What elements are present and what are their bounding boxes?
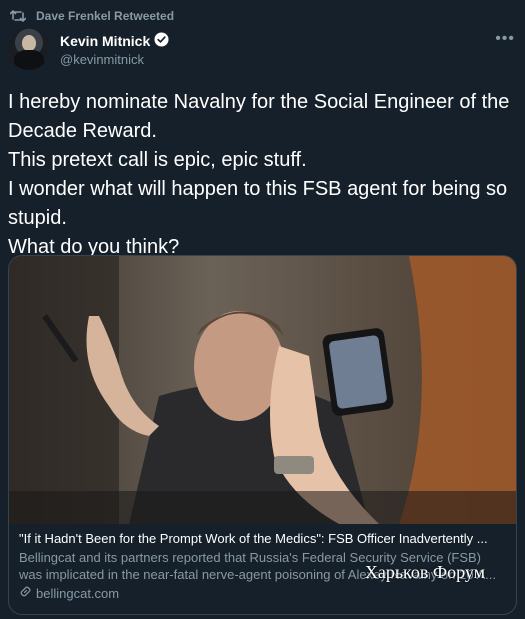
retweet-icon bbox=[10, 9, 26, 23]
retweet-header: Dave Frenkel Retweeted bbox=[10, 8, 174, 24]
card-image[interactable] bbox=[9, 256, 516, 524]
watermark: Харьков Форум bbox=[364, 562, 485, 582]
link-card[interactable]: "If it Hadn't Been for the Prompt Work o… bbox=[8, 255, 517, 615]
verified-badge-icon bbox=[154, 32, 169, 51]
card-domain[interactable]: bellingcat.com bbox=[19, 585, 506, 602]
author-block: Kevin Mitnick @kevinmitnick bbox=[60, 32, 169, 68]
author-handle[interactable]: @kevinmitnick bbox=[60, 51, 169, 68]
card-title[interactable]: "If it Hadn't Been for the Prompt Work o… bbox=[19, 530, 506, 547]
author-name[interactable]: Kevin Mitnick bbox=[60, 33, 150, 50]
tweet-text: I hereby nominate Navalny for the Social… bbox=[8, 91, 510, 258]
avatar[interactable] bbox=[8, 28, 50, 70]
link-icon bbox=[19, 585, 32, 602]
retweet-label[interactable]: Dave Frenkel Retweeted bbox=[36, 9, 174, 23]
more-options-icon[interactable]: ••• bbox=[495, 30, 515, 48]
card-domain-text[interactable]: bellingcat.com bbox=[36, 585, 119, 602]
